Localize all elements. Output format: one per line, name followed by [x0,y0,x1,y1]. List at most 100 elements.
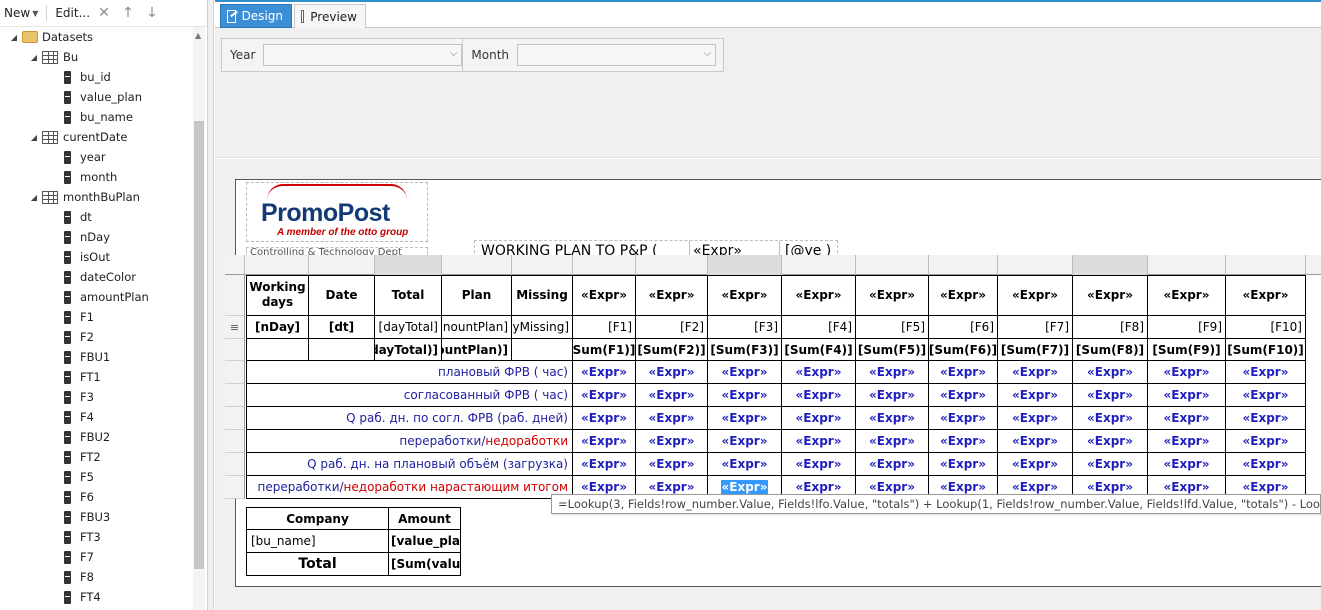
expr-cell[interactable]: «Expr» [573,407,636,430]
total-cell[interactable]: [Sum(F5)] [856,339,929,361]
tree-field[interactable]: F1 [0,307,192,327]
edit-button[interactable]: Edit... [55,6,90,20]
expr-cell[interactable]: «Expr» [1226,361,1306,384]
tree-field[interactable]: FBU3 [0,507,192,527]
expr-cell[interactable]: «Expr» [856,407,929,430]
detail-cell[interactable]: [F8] [1073,316,1148,339]
column-handle[interactable] [375,255,442,275]
expr-cell[interactable]: «Expr» [1148,453,1226,476]
tree-field[interactable]: dateColor [0,267,192,287]
tree-field[interactable]: FT1 [0,367,192,387]
tree-field[interactable]: FT2 [0,447,192,467]
tree-field[interactable]: isOut [0,247,192,267]
company-summary-table[interactable]: Company Amount [bu_name] [value_pla Tota… [246,507,462,577]
expr-cell[interactable]: «Expr» [856,453,929,476]
detail-cell[interactable]: [dt] [309,316,375,339]
tree-field[interactable]: F6 [0,487,192,507]
tree-field[interactable]: bu_name [0,107,192,127]
expr-cell[interactable]: «Expr» [1226,430,1306,453]
column-header[interactable]: «Expr» [636,275,708,316]
tree-field[interactable]: month [0,167,192,187]
tree-field[interactable]: amountPlan [0,287,192,307]
column-header[interactable]: «Expr» [782,275,856,316]
scrollbar-thumb[interactable] [194,121,204,569]
tree-field[interactable]: value_plan [0,87,192,107]
expr-cell[interactable]: «Expr» [782,384,856,407]
expr-cell[interactable]: «Expr» [1148,407,1226,430]
row-handle[interactable] [225,361,245,384]
detail-cell[interactable]: [F2] [636,316,708,339]
tree-field[interactable]: F7 [0,547,192,567]
expr-cell[interactable]: «Expr» [782,453,856,476]
scroll-up-icon[interactable]: ▲ [195,31,201,40]
tree-field[interactable]: F4 [0,407,192,427]
column-handle[interactable] [1073,255,1148,275]
expr-cell[interactable]: «Expr» [708,384,782,407]
move-up-icon[interactable]: ↑ [118,5,138,21]
row-handle[interactable] [225,430,245,453]
expr-cell[interactable]: «Expr» [1148,430,1226,453]
amount-cell[interactable]: [value_pla [388,529,461,553]
expr-cell[interactable]: «Expr» [929,361,998,384]
total-cell[interactable]: [Sum(F9)] [1148,339,1226,361]
detail-cell[interactable]: [dayTotal] [375,316,442,339]
tree-node-datasets[interactable]: ◢ Datasets [0,27,192,47]
summary-row-label[interactable]: согласованный ФРВ ( час) [246,384,573,407]
tree-field[interactable]: F3 [0,387,192,407]
detail-cell[interactable]: [F10] [1226,316,1306,339]
expr-cell[interactable]: «Expr» [782,430,856,453]
tree-node-dataset[interactable]: ◢ Bu [0,47,192,67]
column-header[interactable]: «Expr» [708,275,782,316]
expr-cell[interactable]: «Expr» [998,384,1073,407]
column-handle[interactable] [1148,255,1226,275]
expr-cell[interactable]: «Expr» [636,453,708,476]
summary-row-label[interactable]: переработки/недоработки нарастающим итог… [246,476,573,499]
column-handle[interactable] [856,255,929,275]
expr-cell[interactable]: «Expr» [998,453,1073,476]
summary-row-label[interactable]: плановый ФРВ ( час) [246,361,573,384]
expr-cell[interactable]: «Expr» [1073,453,1148,476]
tablix[interactable]: ≡ Working days Date Total Plan Missing «Expr» «… [225,255,1321,499]
detail-cell[interactable]: yMissing] [512,316,573,339]
tree-field[interactable]: bu_id [0,67,192,87]
tab-design[interactable]: Design [220,4,292,28]
panel-splitter[interactable] [208,0,214,610]
tree-field[interactable]: FBU1 [0,347,192,367]
tree-field[interactable]: FBU2 [0,427,192,447]
tree-node-dataset[interactable]: ◢ monthBuPlan [0,187,192,207]
expr-cell[interactable]: «Expr» [573,430,636,453]
summary-row-label[interactable]: Q раб. дн. на плановый объём (загрузка) [246,453,573,476]
expr-cell[interactable]: «Expr» [856,361,929,384]
total-cell[interactable]: [Sum(F6)] [929,339,998,361]
column-header[interactable]: «Expr» [929,275,998,316]
expr-cell[interactable]: «Expr» [636,384,708,407]
column-handle[interactable] [636,255,708,275]
expr-cell[interactable]: «Expr» [708,361,782,384]
column-handle[interactable] [708,255,782,275]
report-body[interactable]: PromoPost A member of the otto group Con… [225,179,1321,587]
column-handle[interactable] [442,255,512,275]
collapse-triangle-icon[interactable]: ◢ [28,133,40,142]
row-handle[interactable] [225,275,245,316]
tab-preview[interactable]: Preview [294,4,366,28]
expr-cell[interactable]: «Expr» [1226,384,1306,407]
detail-cell[interactable]: [F1] [573,316,636,339]
total-cell[interactable]: [Sum(F8)] [1073,339,1148,361]
column-header[interactable]: «Expr» [573,275,636,316]
collapse-triangle-icon[interactable]: ◢ [8,33,20,42]
total-cell[interactable]: [Sum(F10)] [1226,339,1306,361]
column-handle[interactable] [1226,255,1306,275]
total-cell[interactable] [309,339,375,361]
detail-cell[interactable]: [F7] [998,316,1073,339]
column-handle[interactable] [512,255,573,275]
expr-cell[interactable]: «Expr» [998,361,1073,384]
row-handle[interactable] [225,384,245,407]
total-cell[interactable]: [Sum(F4)] [782,339,856,361]
amount-header[interactable]: Amount [388,507,461,530]
year-select[interactable]: ⌵ [263,44,463,66]
tree-node-dataset[interactable]: ◢ curentDate [0,127,192,147]
total-cell[interactable]: Sum(F1)] [573,339,636,361]
move-down-icon[interactable]: ↓ [142,5,162,21]
expr-cell[interactable]: «Expr» [1073,384,1148,407]
expr-cell[interactable]: «Expr» [708,453,782,476]
